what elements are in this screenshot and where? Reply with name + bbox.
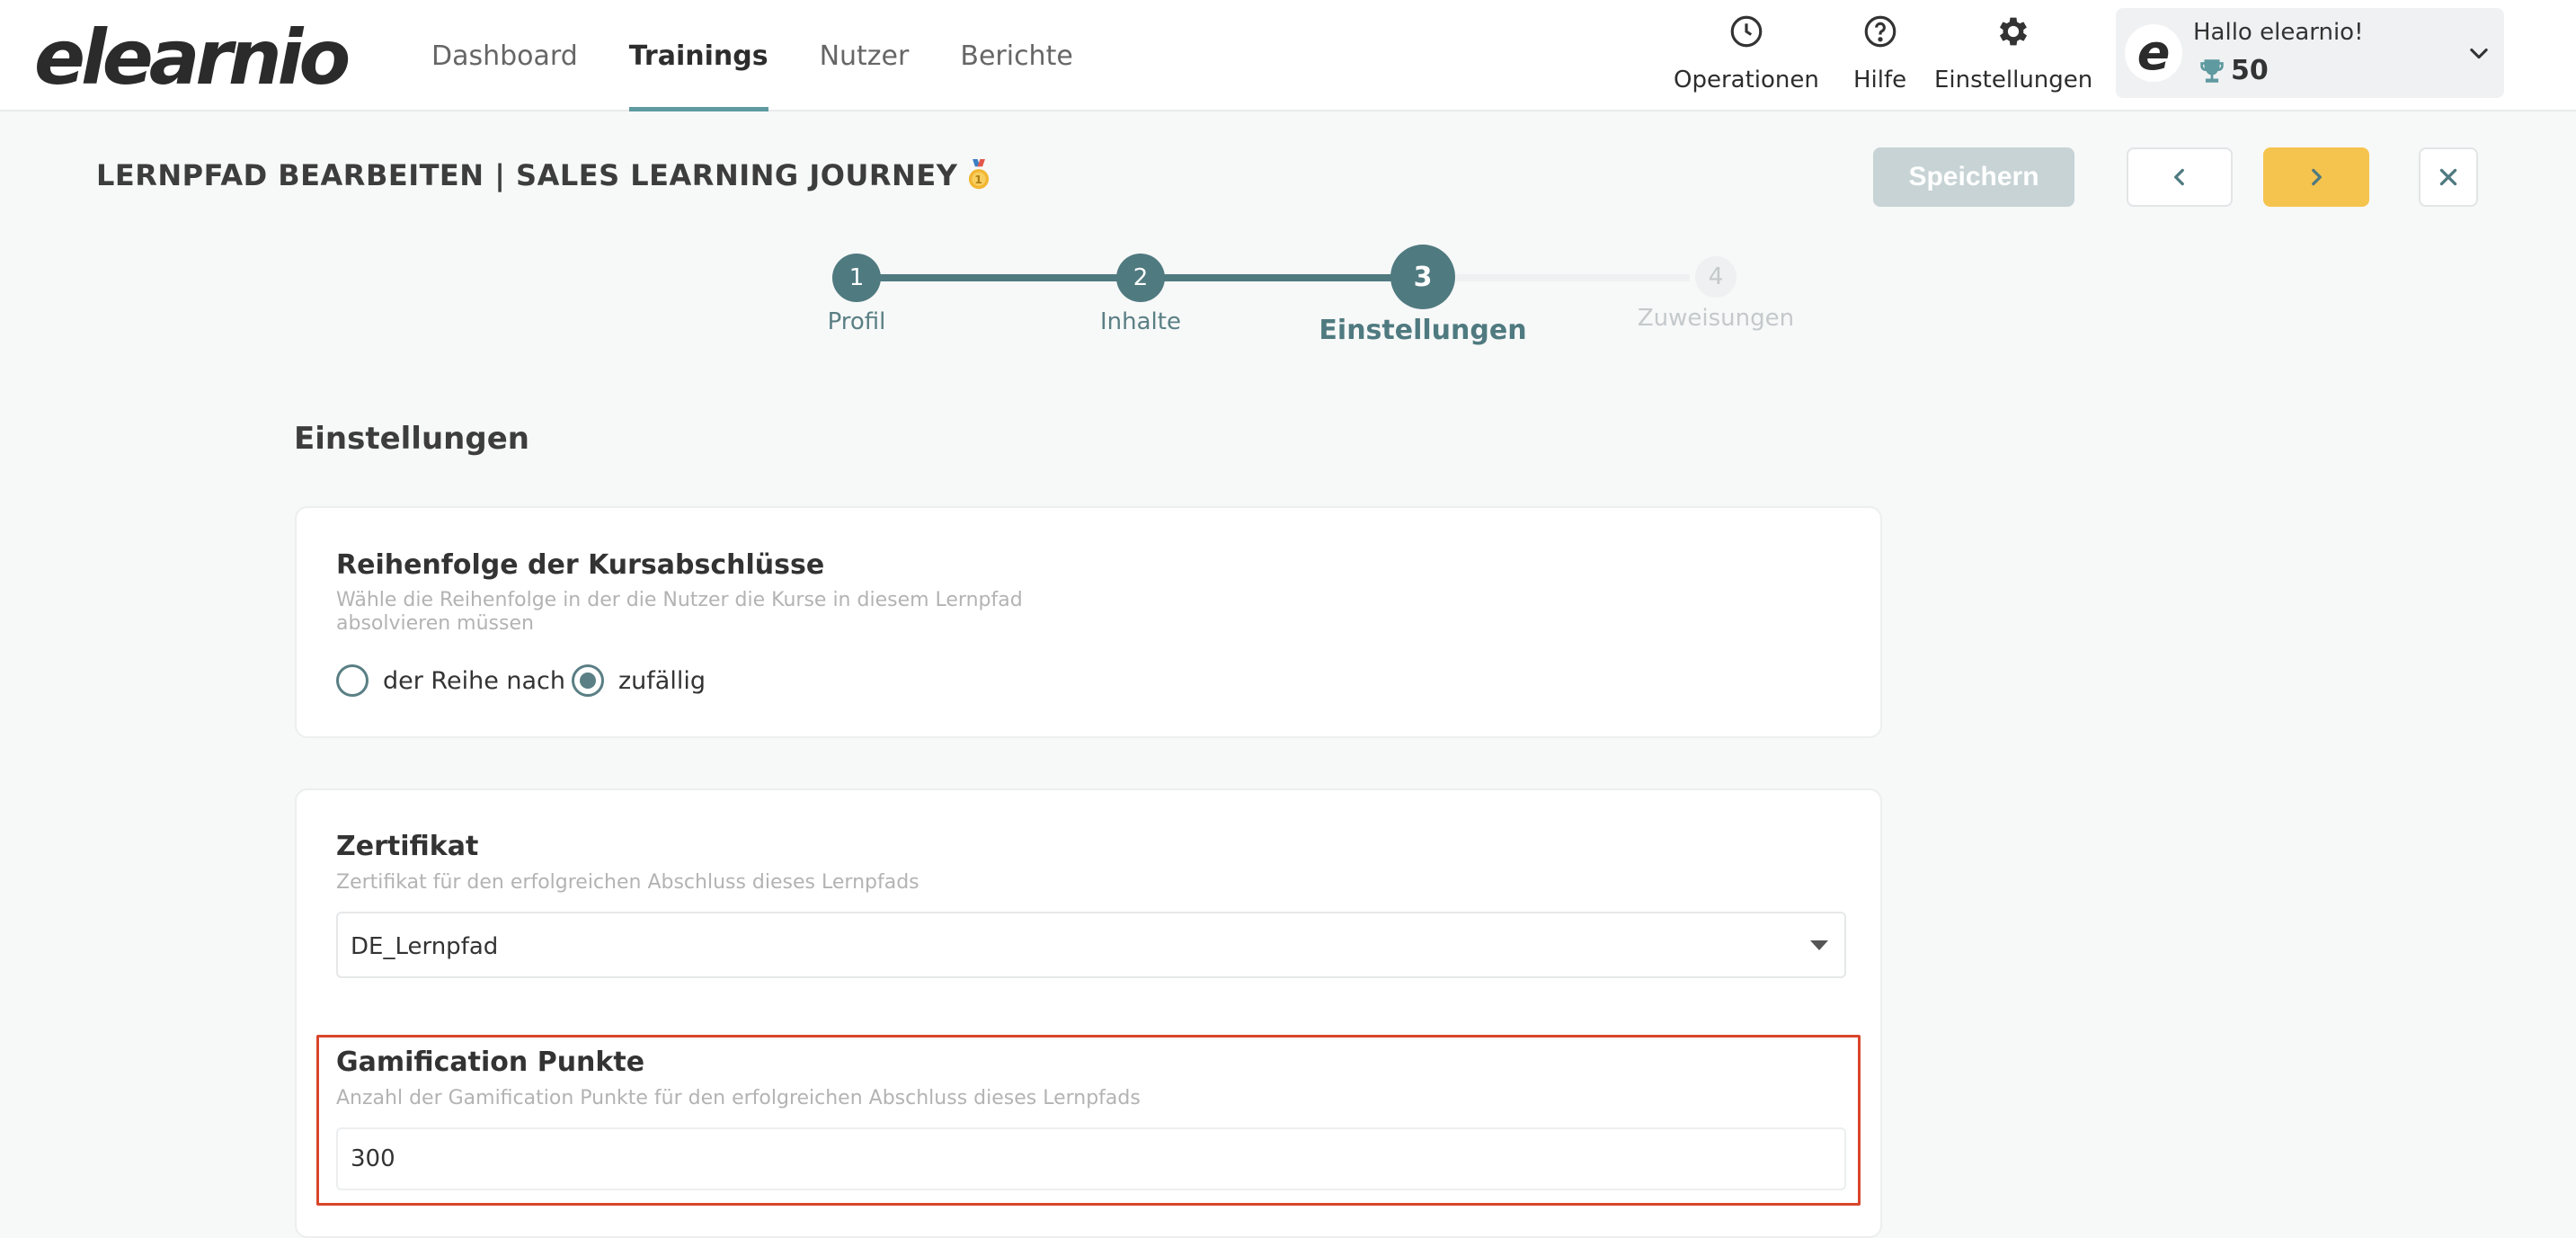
page-title-text: LERNPFAD BEARBEITEN | SALES LEARNING JOU… bbox=[96, 158, 958, 192]
previous-button[interactable] bbox=[2127, 147, 2233, 207]
certificate-description: Zertifikat für den erfolgreichen Abschlu… bbox=[336, 871, 919, 894]
medal-icon: 1 bbox=[969, 159, 990, 190]
step-4-label: Zuweisungen bbox=[1637, 305, 1795, 332]
order-title: Reihenfolge der Kursabschlüsse bbox=[336, 549, 825, 581]
nav-berichte[interactable]: Berichte bbox=[960, 0, 1072, 111]
settings-button[interactable]: Einstellungen bbox=[1934, 13, 2092, 94]
clock-icon bbox=[1730, 15, 1763, 48]
close-icon bbox=[2439, 168, 2457, 186]
help-button[interactable]: Hilfe bbox=[1853, 13, 1906, 94]
order-description: Wähle die Reihenfolge in der die Nutzer … bbox=[336, 589, 1023, 635]
chevron-right-icon bbox=[2312, 168, 2322, 186]
points-value: 50 bbox=[2231, 55, 2269, 86]
gamification-highlight-frame bbox=[316, 1035, 1861, 1206]
help-label: Hilfe bbox=[1853, 67, 1907, 94]
chevron-down-icon[interactable] bbox=[2466, 40, 2492, 66]
elearnio-logo[interactable]: elearnio bbox=[34, 13, 351, 102]
step-4-dot[interactable]: 4 bbox=[1695, 256, 1737, 298]
section-title: Einstellungen bbox=[294, 421, 529, 457]
user-menu[interactable]: e Hallo elearnio! 50 bbox=[2116, 8, 2504, 98]
operations-label: Operationen bbox=[1674, 67, 1819, 94]
step-2-label: Inhalte bbox=[1100, 308, 1181, 335]
stepper-line-1 bbox=[857, 274, 1118, 281]
step-2-dot[interactable]: 2 bbox=[1116, 254, 1165, 302]
top-bar: elearnio Dashboard Trainings Nutzer Beri… bbox=[0, 0, 2576, 111]
step-1-label: Profil bbox=[827, 308, 886, 335]
save-button[interactable]: Speichern bbox=[1873, 147, 2074, 207]
question-icon bbox=[1864, 15, 1896, 48]
user-greeting: Hallo elearnio! bbox=[2193, 19, 2364, 46]
nav-trainings[interactable]: Trainings bbox=[628, 0, 768, 111]
avatar: e bbox=[2125, 24, 2182, 82]
order-card: Reihenfolge der Kursabschlüsse Wähle die… bbox=[295, 506, 1882, 738]
step-3-label: Einstellungen bbox=[1319, 315, 1527, 346]
next-button[interactable] bbox=[2263, 147, 2369, 207]
gear-icon bbox=[2000, 17, 2028, 46]
radio-sequential[interactable]: der Reihe nach bbox=[336, 664, 565, 697]
nav-dashboard[interactable]: Dashboard bbox=[431, 0, 578, 111]
stepper-line-2 bbox=[1141, 274, 1411, 281]
settings-label: Einstellungen bbox=[1934, 67, 2093, 94]
stepper-line-3 bbox=[1456, 274, 1690, 281]
page-title: LERNPFAD BEARBEITEN | SALES LEARNING JOU… bbox=[96, 158, 991, 192]
nav-nutzer[interactable]: Nutzer bbox=[820, 0, 910, 111]
radio-random-label: zufällig bbox=[618, 666, 706, 695]
radio-sequential-circle[interactable] bbox=[336, 664, 369, 697]
step-3-dot[interactable]: 3 bbox=[1390, 245, 1455, 309]
radio-random-circle[interactable] bbox=[572, 664, 604, 697]
caret-down-icon bbox=[1810, 940, 1828, 950]
operations-button[interactable]: Operationen bbox=[1674, 13, 1819, 94]
trophy-icon bbox=[2200, 58, 2224, 83]
close-button[interactable] bbox=[2419, 147, 2478, 207]
certificate-select[interactable]: DE_Lernpfad bbox=[336, 912, 1846, 978]
main-nav: Dashboard Trainings Nutzer Berichte bbox=[431, 0, 1124, 111]
svg-text:1: 1 bbox=[975, 173, 983, 186]
radio-random[interactable]: zufällig bbox=[572, 664, 706, 697]
certificate-title: Zertifikat bbox=[336, 831, 479, 862]
radio-sequential-label: der Reihe nach bbox=[383, 666, 566, 695]
certificate-select-value: DE_Lernpfad bbox=[351, 933, 499, 960]
step-1-dot[interactable]: 1 bbox=[832, 254, 881, 302]
chevron-left-icon bbox=[2174, 168, 2184, 186]
user-points: 50 bbox=[2197, 55, 2269, 86]
